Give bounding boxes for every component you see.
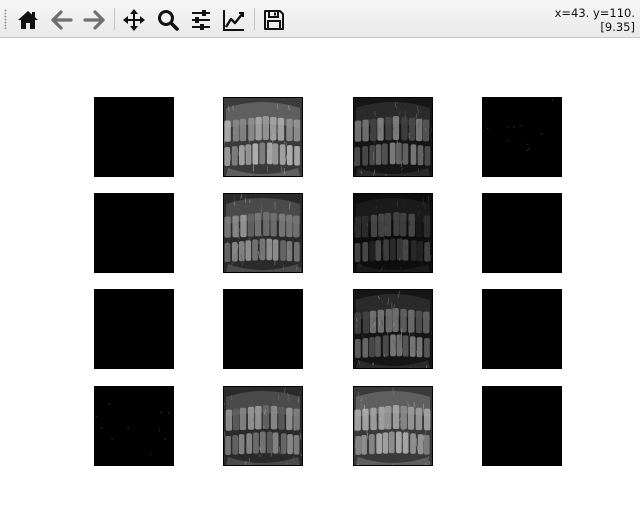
toolbar-separator: [254, 8, 255, 30]
arrow-right-icon: [83, 10, 105, 30]
home-icon: [18, 11, 38, 29]
coords-value: [9.35]: [600, 20, 635, 34]
feature-map-image: [354, 98, 432, 176]
feature-map-image: [354, 290, 432, 368]
feature-map-panel: [223, 386, 303, 466]
feature-map-image: [224, 387, 302, 465]
feature-map-panel: [94, 97, 174, 177]
feature-map-panel: [353, 386, 433, 466]
sliders-icon: [192, 10, 210, 30]
navigation-toolbar: x=43. y=110. [9.35]: [0, 0, 640, 38]
feature-map-panel: [353, 97, 433, 177]
feature-map-panel: [482, 193, 562, 273]
feature-map-panel: [353, 193, 433, 273]
cursor-coordinates: x=43. y=110. [9.35]: [555, 6, 635, 34]
feature-map-panel: [223, 193, 303, 273]
home-button[interactable]: [14, 6, 42, 34]
feature-map-panel: [94, 289, 174, 369]
save-button[interactable]: [260, 6, 288, 34]
toolbar-grip[interactable]: [4, 9, 7, 29]
pan-button[interactable]: [120, 6, 148, 34]
feature-map-panel: [223, 97, 303, 177]
feature-map-panel: [482, 386, 562, 466]
feature-map-panel: [482, 289, 562, 369]
feature-map-panel: [482, 97, 562, 177]
edit-axes-button[interactable]: [220, 6, 248, 34]
configure-subplots-button[interactable]: [187, 6, 215, 34]
feature-map-image: [354, 387, 432, 465]
feature-map-image: [224, 98, 302, 176]
feature-map-image: [487, 99, 554, 151]
move-icon: [123, 9, 145, 31]
feature-map-image: [354, 194, 432, 272]
feature-map-panel: [94, 193, 174, 273]
forward-button[interactable]: [80, 6, 108, 34]
coords-position: x=43. y=110.: [554, 6, 635, 20]
back-button[interactable]: [48, 6, 76, 34]
figure-canvas[interactable]: [0, 39, 640, 519]
feature-map-panel: [223, 289, 303, 369]
line-chart-icon: [223, 10, 244, 31]
feature-map-panel: [353, 289, 433, 369]
zoom-icon: [158, 10, 179, 31]
feature-map-panel: [94, 386, 174, 466]
feature-map-image: [224, 194, 302, 272]
save-icon: [264, 10, 284, 30]
zoom-button[interactable]: [154, 6, 182, 34]
toolbar-separator: [114, 8, 115, 30]
arrow-left-icon: [51, 10, 73, 30]
feature-map-image: [95, 403, 170, 455]
